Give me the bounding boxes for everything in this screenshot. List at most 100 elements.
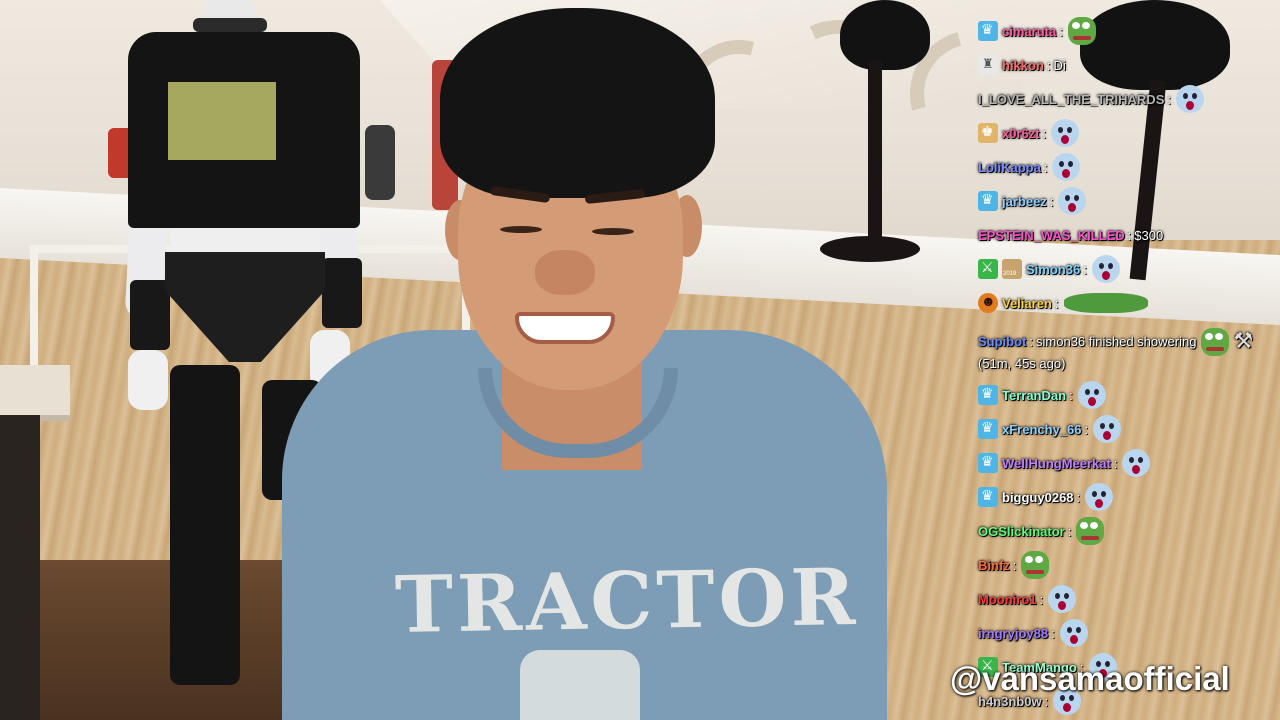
chat-colon: : xyxy=(1084,421,1089,437)
person-smile xyxy=(515,312,615,344)
wow-emote-icon xyxy=(1059,619,1088,647)
sub-badge-icon xyxy=(978,191,998,211)
chat-colon: : xyxy=(1067,523,1072,539)
mannequin-boot xyxy=(170,365,240,685)
mannequin-shirt-print xyxy=(168,82,276,160)
chat-colon: : xyxy=(1069,387,1073,403)
chat-username[interactable]: WellHungMeerkat xyxy=(1002,456,1111,471)
chat-colon: : xyxy=(1054,295,1059,311)
chat-message: EPSTEIN_WAS_KILLED: $300 xyxy=(978,218,1278,252)
chat-message: WellHungMeerkat: xyxy=(978,446,1278,480)
side-furniture xyxy=(0,415,40,720)
tool-emote-icon xyxy=(1231,328,1257,356)
person-eye xyxy=(592,228,634,235)
chat-message: x0r6zt: xyxy=(978,116,1278,150)
chat-username[interactable]: Mooniro1 xyxy=(978,592,1037,607)
chat-colon: : xyxy=(1127,227,1132,243)
wow-emote-icon xyxy=(1176,85,1204,113)
mannequin-collar xyxy=(193,18,267,32)
chat-username[interactable]: TerranDan xyxy=(1002,388,1066,403)
chat-username[interactable]: jarbeez xyxy=(1002,194,1047,209)
helmet-on-stand xyxy=(840,0,930,70)
stand-base xyxy=(820,236,920,262)
prime-badge-icon xyxy=(978,55,998,75)
chat-username[interactable]: Supibot xyxy=(978,334,1026,349)
chat-colon: : xyxy=(1049,193,1054,209)
chat-username[interactable]: x0r6zt xyxy=(1002,126,1040,141)
sub-badge-icon xyxy=(978,21,998,41)
wow-emote-icon xyxy=(1052,153,1081,181)
side-table xyxy=(0,365,70,421)
chat-colon: : xyxy=(1039,591,1044,607)
chat-username[interactable]: Binfz xyxy=(978,558,1010,573)
dark-figurine xyxy=(365,125,395,200)
chat-colon: : xyxy=(1042,125,1047,141)
chat-message: Veliaren: xyxy=(978,286,1278,320)
chat-message: hikkon:Di xyxy=(978,48,1278,82)
chat-colon: : xyxy=(1012,557,1017,573)
chat-message: xFrenchy_66: xyxy=(978,412,1278,446)
chat-username[interactable]: xFrenchy_66 xyxy=(1002,422,1082,437)
wood-floor xyxy=(0,560,300,720)
chat-colon: : xyxy=(1043,159,1048,175)
chat-colon: : xyxy=(1113,455,1118,471)
chat-message: cimaruta: xyxy=(978,14,1278,48)
pepe-emote-icon xyxy=(1067,17,1096,45)
wow-emote-icon xyxy=(1093,415,1122,443)
channel-watermark: @vansamaofficial xyxy=(950,660,1230,697)
wow-emote-icon xyxy=(1058,187,1087,215)
wow-emote-icon xyxy=(1048,585,1077,613)
chat-colon: : xyxy=(1083,261,1087,277)
chat-colon: : xyxy=(1051,625,1055,641)
gift-badge-icon xyxy=(978,123,998,143)
sub-badge-icon xyxy=(978,453,998,473)
mannequin-wristband xyxy=(322,258,362,328)
chat-username[interactable]: LoliKappa xyxy=(978,160,1041,175)
chat-username[interactable]: hikkon xyxy=(1002,58,1044,73)
chat-colon: : xyxy=(1076,489,1081,505)
chat-username[interactable]: EPSTEIN_WAS_KILLED xyxy=(978,228,1125,243)
chat-message: LoliKappa: xyxy=(978,150,1278,184)
pepe-emote-icon xyxy=(1076,517,1105,545)
chat-username[interactable]: bigguy0268 xyxy=(1002,490,1074,505)
wide-emote-icon xyxy=(1063,293,1148,313)
mannequin-wristband xyxy=(130,280,170,350)
chat-username[interactable]: cimaruta xyxy=(1002,24,1056,39)
mannequin-hand xyxy=(128,350,168,410)
wow-emote-icon xyxy=(1077,381,1106,409)
stand-pole xyxy=(868,60,882,250)
chat-text-continued: (51m, 45s ago) xyxy=(978,355,1066,371)
sub-badge-icon xyxy=(978,487,998,507)
chat-overlay: cimaruta:hikkon:DiI_LOVE_ALL_THE_TRIHARD… xyxy=(978,14,1278,718)
year-badge-icon xyxy=(1002,259,1022,279)
chat-message: I_LOVE_ALL_THE_TRIHARDS: xyxy=(978,82,1278,116)
chat-username[interactable]: OGSlickinator xyxy=(978,524,1065,539)
chat-message: bigguy0268: xyxy=(978,480,1278,514)
chat-username[interactable]: I_LOVE_ALL_THE_TRIHARDS xyxy=(978,92,1164,107)
chat-message: OGSlickinator: xyxy=(978,514,1278,548)
wow-emote-icon xyxy=(1091,255,1120,283)
chat-text: simon36 finished showering xyxy=(1036,334,1197,349)
green-badge-icon xyxy=(978,259,998,279)
stream-frame: TRACTOR cimaruta:hikkon:DiI_LOVE_ALL_THE… xyxy=(0,0,1280,720)
pepe-emote-icon xyxy=(1201,327,1230,356)
chat-message: Supibot:simon36 finished showering (51m, … xyxy=(978,320,1278,378)
chat-message: Binfz: xyxy=(978,548,1278,582)
chat-text: $300 xyxy=(1134,227,1164,243)
chat-username[interactable]: Simon36 xyxy=(1026,262,1080,277)
chat-message: Simon36: xyxy=(978,252,1278,286)
chat-username[interactable]: irngryjoy88 xyxy=(978,626,1048,641)
person-hair xyxy=(440,8,715,198)
person-nose xyxy=(535,250,595,295)
shirt-print-text: TRACTOR xyxy=(394,551,861,652)
chat-username[interactable]: Veliaren xyxy=(1002,296,1052,311)
chat-text: Di xyxy=(1053,57,1066,73)
chat-colon: : xyxy=(1059,23,1063,39)
chat-message: jarbeez: xyxy=(978,184,1278,218)
person-eye xyxy=(500,226,542,233)
sub-badge-icon xyxy=(978,385,998,405)
orange-badge-icon xyxy=(978,293,998,313)
chat-colon: : xyxy=(1046,57,1051,73)
chat-message: TerranDan: xyxy=(978,378,1278,412)
chat-colon: : xyxy=(1029,334,1034,349)
